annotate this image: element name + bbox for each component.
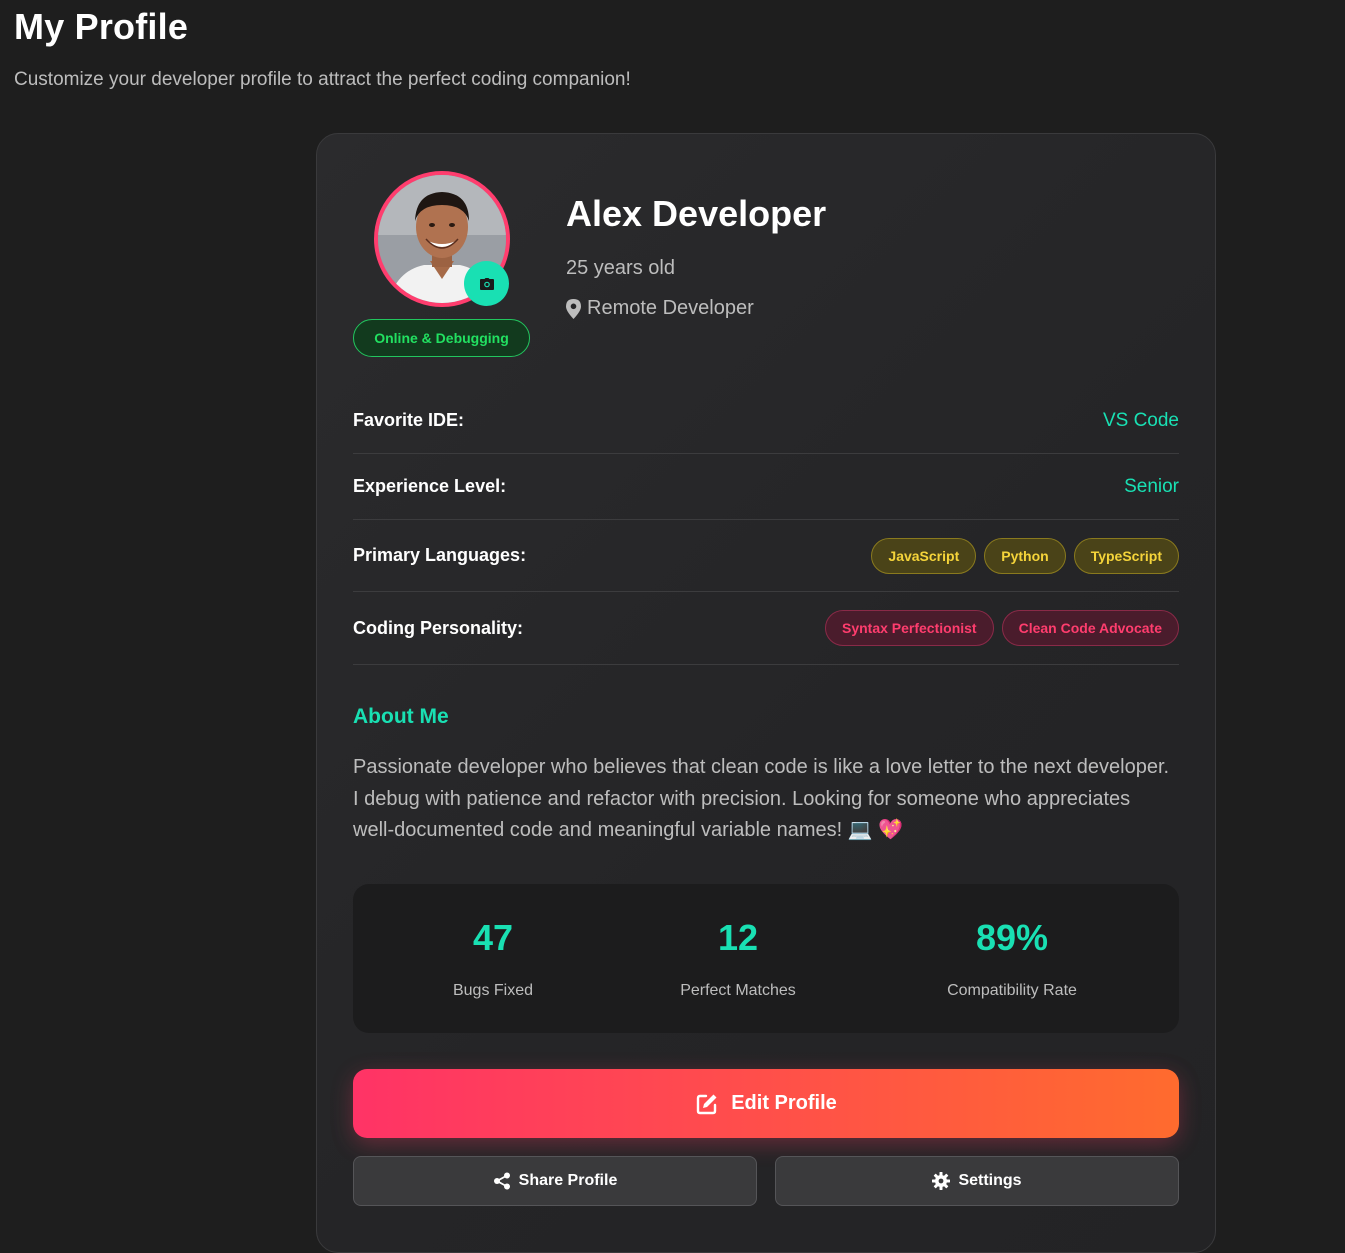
stats-panel: 47 Bugs Fixed 12 Perfect Matches 89% Com… xyxy=(353,884,1179,1033)
profile-name: Alex Developer xyxy=(566,193,827,234)
info-row-experience: Experience Level: Senior xyxy=(353,454,1179,520)
language-tag: TypeScript xyxy=(1073,537,1179,574)
stat-label: Compatibility Rate xyxy=(947,982,1077,999)
share-icon xyxy=(493,1172,510,1190)
profile-age: 25 years old xyxy=(566,257,675,279)
personality-tags: Syntax Perfectionist Clean Code Advocate xyxy=(824,610,1179,646)
stat-label: Perfect Matches xyxy=(680,982,796,999)
profile-card: Online & Debugging Alex Developer 25 yea… xyxy=(316,133,1216,1253)
info-row-personality: Coding Personality: Syntax Perfectionist… xyxy=(353,592,1179,665)
location-text: Remote Developer xyxy=(587,297,754,319)
languages-label: Primary Languages: xyxy=(353,545,527,565)
info-row-ide: Favorite IDE: VS Code xyxy=(353,388,1179,454)
gear-icon xyxy=(932,1172,951,1190)
edit-icon xyxy=(697,1094,717,1114)
change-photo-button[interactable] xyxy=(464,261,509,306)
about-title: About Me xyxy=(353,705,449,728)
share-profile-button[interactable]: Share Profile xyxy=(353,1156,757,1206)
edit-profile-label: Edit Profile xyxy=(731,1092,837,1114)
settings-button[interactable]: Settings xyxy=(775,1156,1179,1206)
stat-value: 12 xyxy=(717,917,759,958)
avatar-container xyxy=(374,171,510,307)
edit-profile-button[interactable]: Edit Profile xyxy=(353,1069,1179,1138)
info-row-languages: Primary Languages: JavaScript Python Typ… xyxy=(353,520,1179,592)
personality-tag: Syntax Perfectionist xyxy=(824,610,994,646)
status-badge: Online & Debugging xyxy=(353,319,530,357)
stat-label: Bugs Fixed xyxy=(452,982,534,999)
language-tag: JavaScript xyxy=(871,537,977,574)
about-text: Passionate developer who believes that c… xyxy=(353,756,1170,841)
personality-label: Coding Personality: xyxy=(353,617,524,638)
stat-value: 47 xyxy=(472,917,514,958)
location-pin-icon xyxy=(566,298,581,319)
profile-location: Remote Developer xyxy=(566,297,754,320)
camera-icon xyxy=(479,277,494,290)
personality-tag: Clean Code Advocate xyxy=(1001,610,1179,646)
experience-value: Senior xyxy=(1124,475,1179,497)
language-tags: JavaScript Python TypeScript xyxy=(871,537,1179,574)
experience-label: Experience Level: xyxy=(353,476,507,496)
language-tag: Python xyxy=(984,537,1066,574)
page-subtitle: Customize your developer profile to attr… xyxy=(14,69,631,90)
ide-value: VS Code xyxy=(1102,409,1179,431)
settings-label: Settings xyxy=(958,1172,1022,1189)
share-profile-label: Share Profile xyxy=(518,1172,618,1189)
page-title: My Profile xyxy=(14,6,189,47)
stat-value: 89% xyxy=(975,917,1049,958)
ide-label: Favorite IDE: xyxy=(353,410,465,430)
